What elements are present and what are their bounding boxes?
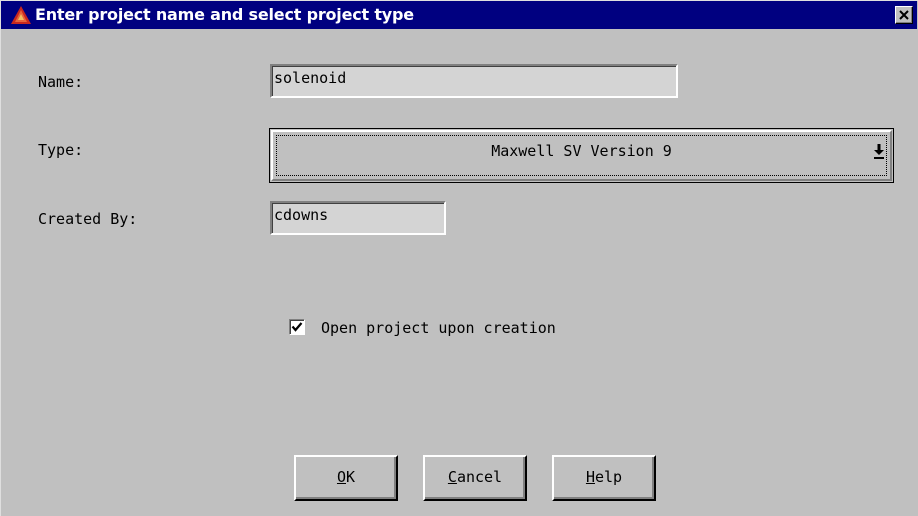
name-label: Name: <box>38 73 84 91</box>
project-dialog: Enter project name and select project ty… <box>0 0 918 516</box>
help-button[interactable]: Help <box>552 455 656 501</box>
dropdown-arrow-icon <box>874 144 884 159</box>
maxwell-logo-icon <box>11 6 31 24</box>
checkmark-icon <box>291 322 303 332</box>
dialog-title: Enter project name and select project ty… <box>35 5 414 24</box>
ok-button[interactable]: OK <box>294 455 398 501</box>
created-by-input[interactable]: cdowns <box>270 201 446 235</box>
cancel-button-mnemonic: C <box>447 468 457 486</box>
type-label: Type: <box>38 141 84 159</box>
close-icon <box>899 10 909 20</box>
help-button-label: elp <box>594 468 623 486</box>
cancel-button-label: ancel <box>456 468 503 486</box>
type-dropdown[interactable]: Maxwell SV Version 9 <box>269 128 894 183</box>
open-project-checkbox[interactable] <box>289 319 305 335</box>
ok-button-label: K <box>346 468 356 486</box>
name-input[interactable]: solenoid <box>270 64 678 98</box>
name-input-value: solenoid <box>274 69 347 87</box>
help-button-mnemonic: H <box>585 468 595 486</box>
created-by-value: cdowns <box>274 206 329 224</box>
cancel-button[interactable]: Cancel <box>423 455 527 501</box>
close-button[interactable] <box>895 6 913 24</box>
ok-button-mnemonic: O <box>336 468 346 486</box>
title-bar[interactable]: Enter project name and select project ty… <box>1 1 917 29</box>
created-by-label: Created By: <box>38 210 138 228</box>
open-project-label[interactable]: Open project upon creation <box>321 319 556 337</box>
type-dropdown-value: Maxwell SV Version 9 <box>491 142 672 160</box>
